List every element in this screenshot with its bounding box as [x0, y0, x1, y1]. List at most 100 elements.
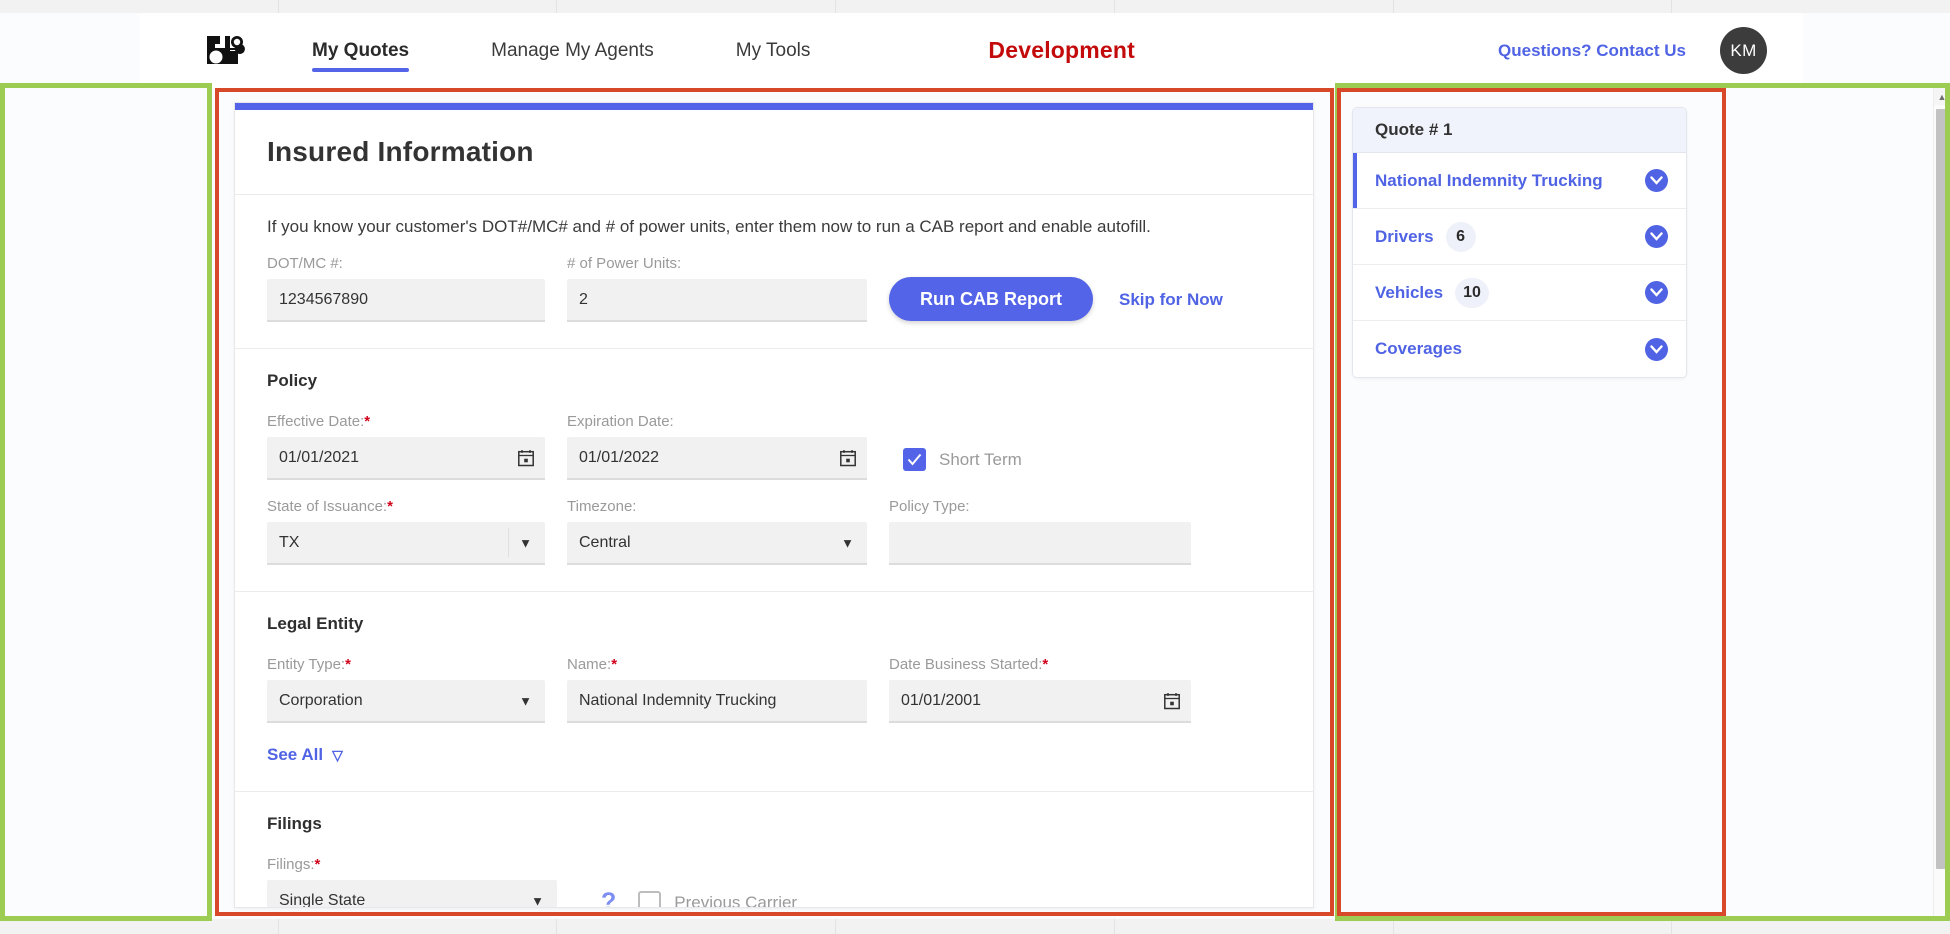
quote-item-insured[interactable]: National Indemnity Trucking [1353, 153, 1686, 209]
see-all-label: See All [267, 745, 324, 764]
scroll-up-arrow-icon[interactable]: ▲ [1934, 88, 1950, 105]
nav-item-my-quotes[interactable]: My Quotes [312, 13, 410, 88]
label-text: Filings: [267, 856, 315, 873]
quote-item-drivers[interactable]: Drivers 6 [1353, 209, 1686, 265]
date-business-started-value: 01/01/2001 [901, 691, 982, 709]
state-of-issuance-select[interactable]: TX ▼ [267, 522, 545, 565]
chrome-cell [0, 919, 279, 934]
date-business-started-field: Date Business Started:* 01/01/2001 [889, 656, 1191, 723]
entity-name-input[interactable]: National Indemnity Trucking [567, 680, 867, 723]
chevron-down-circle-icon[interactable] [1645, 225, 1668, 248]
chevron-down-circle-icon[interactable] [1645, 281, 1668, 304]
effective-date-value: 01/01/2021 [279, 448, 360, 466]
entity-type-label: Entity Type:* [267, 656, 545, 673]
calendar-icon[interactable] [518, 449, 534, 466]
cab-hint-text: If you know your customer's DOT#/MC# and… [267, 217, 1151, 236]
short-term-checkbox[interactable] [903, 448, 926, 471]
quote-item-label: National Indemnity Trucking [1375, 170, 1603, 190]
page-scrollbar[interactable]: ▲ [1933, 88, 1950, 919]
chrome-cell [0, 0, 279, 13]
chrome-cell [279, 0, 558, 13]
quote-item-label: Coverages [1375, 339, 1462, 358]
filings-section-title: Filings [267, 814, 322, 833]
chevron-down-icon[interactable]: ▼ [519, 535, 532, 550]
required-marker: * [611, 656, 618, 673]
nav-item-label: My Tools [735, 39, 811, 61]
calendar-icon[interactable] [1164, 692, 1180, 709]
timezone-label: Timezone: [567, 498, 637, 515]
chrome-cell [557, 0, 837, 13]
filings-value: Single State [279, 891, 366, 908]
chrome-cell [557, 919, 837, 934]
scrollbar-thumb[interactable] [1936, 109, 1949, 869]
quote-panel-header: Quote # 1 [1353, 108, 1686, 153]
legal-entity-section: Legal Entity Entity Type:* Corporation ▼… [235, 592, 1313, 792]
chrome-cell [1115, 0, 1394, 13]
power-units-label: # of Power Units: [567, 255, 682, 272]
quote-item-vehicles[interactable]: Vehicles 10 [1353, 265, 1686, 321]
nav-item-label: My Quotes [312, 39, 410, 61]
nav-item-my-tools[interactable]: My Tools [736, 13, 811, 88]
calendar-icon[interactable] [840, 449, 856, 466]
chevron-down-icon[interactable]: ▼ [531, 893, 544, 907]
timezone-value: Central [579, 533, 631, 551]
quote-item-coverages[interactable]: Coverages [1353, 321, 1686, 377]
state-of-issuance-value: TX [279, 533, 300, 551]
label-text: Entity Type: [267, 656, 346, 673]
nav-item-manage-my-agents[interactable]: Manage My Agents [491, 13, 654, 88]
filings-field: Filings:* Single State ▼ [267, 856, 557, 908]
page-title: Insured Information [235, 110, 1313, 195]
chrome-cell [836, 0, 1115, 13]
power-units-input[interactable]: 2 [567, 279, 867, 322]
state-of-issuance-label: State of Issuance:* [267, 498, 545, 515]
environment-badge: Development [988, 37, 1136, 63]
chrome-cell [1672, 0, 1950, 13]
chevron-down-circle-icon[interactable] [1645, 169, 1668, 192]
user-avatar[interactable]: KM [1720, 27, 1767, 74]
entity-name-label: Name:* [567, 656, 867, 673]
expiration-date-label: Expiration Date: [567, 413, 674, 430]
nav-item-label: Manage My Agents [491, 39, 654, 61]
contact-us-link[interactable]: Questions? Contact Us [1498, 41, 1686, 61]
insured-information-card: Insured Information If you know your cus… [234, 102, 1314, 908]
quote-summary-panel: Quote # 1 National Indemnity Trucking Dr… [1352, 107, 1687, 378]
expiration-date-field: Expiration Date: 01/01/2022 [567, 413, 867, 480]
vehicles-count-badge: 10 [1455, 277, 1489, 308]
effective-date-input[interactable]: 01/01/2021 [267, 437, 545, 480]
entity-type-select[interactable]: Corporation ▼ [267, 680, 545, 723]
chevron-down-circle-icon[interactable] [1645, 337, 1668, 361]
dot-mc-label: DOT/MC #: [267, 255, 343, 272]
cab-report-section: If you know your customer's DOT#/MC# and… [235, 195, 1313, 349]
chevron-down-icon[interactable]: ▼ [841, 535, 854, 550]
chrome-cell [836, 919, 1115, 934]
policy-row-2: State of Issuance:* TX ▼ Timezone: Centr… [267, 498, 1281, 565]
filings-label: Filings:* [267, 856, 557, 873]
policy-section-title: Policy [267, 371, 318, 390]
brand-logo-icon[interactable] [202, 31, 248, 71]
entity-type-field: Entity Type:* Corporation ▼ [267, 656, 545, 723]
chevron-down-icon[interactable]: ▼ [519, 693, 532, 708]
skip-for-now-link[interactable]: Skip for Now [1119, 290, 1223, 310]
browser-bottom-strip [0, 919, 1950, 934]
short-term-label: Short Term [939, 449, 1022, 469]
chrome-cell [1394, 919, 1673, 934]
help-question-icon[interactable]: ? [601, 888, 616, 907]
previous-carrier-checkbox[interactable] [638, 891, 662, 907]
app-root: My Quotes Manage My Agents My Tools Deve… [0, 0, 1950, 934]
timezone-select[interactable]: Central ▼ [567, 522, 867, 565]
browser-top-strip [0, 0, 1950, 13]
drivers-count-badge: 6 [1445, 221, 1476, 252]
policy-section: Policy Effective Date:* 01/01/2021 Expir… [235, 349, 1313, 592]
filings-select[interactable]: Single State ▼ [267, 880, 557, 908]
expiration-date-input[interactable]: 01/01/2022 [567, 437, 867, 480]
dot-mc-input[interactable]: 1234567890 [267, 279, 545, 322]
label-text: Name: [567, 656, 612, 673]
run-cab-report-button[interactable]: Run CAB Report [889, 277, 1093, 321]
card-accent-bar [235, 103, 1313, 110]
entity-type-value: Corporation [279, 691, 363, 709]
entity-name-field: Name:* National Indemnity Trucking [567, 656, 867, 723]
see-all-toggle[interactable]: See All ▽ [267, 745, 343, 765]
policy-type-input[interactable] [889, 522, 1191, 565]
date-business-started-input[interactable]: 01/01/2001 [889, 680, 1191, 723]
effective-date-field: Effective Date:* 01/01/2021 [267, 413, 545, 480]
